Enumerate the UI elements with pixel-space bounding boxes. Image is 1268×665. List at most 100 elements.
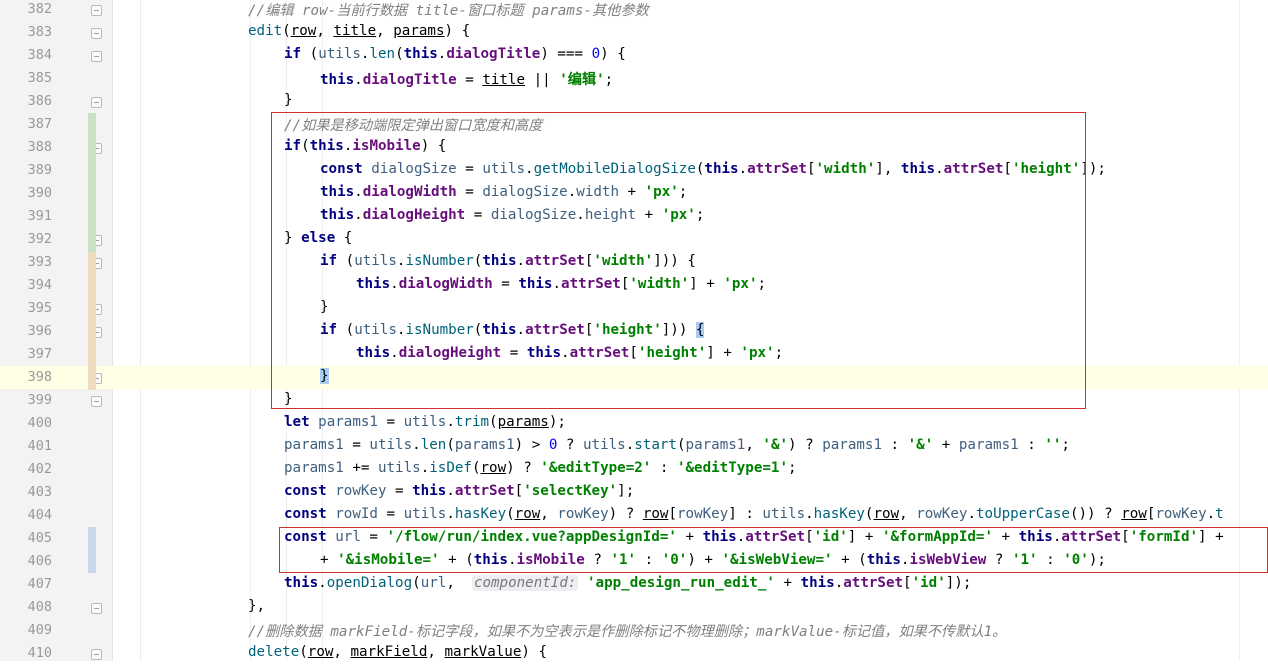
vcs-added-marker[interactable] bbox=[88, 113, 96, 252]
code-text[interactable]: delete(row, markField, markValue) { bbox=[248, 644, 547, 660]
code-token: '&editType=2' bbox=[540, 460, 652, 476]
code-token: . bbox=[446, 506, 455, 522]
code-text[interactable]: //编辑 row-当前行数据 title-窗口标题 params-其他参数 bbox=[248, 0, 649, 20]
code-token: , bbox=[333, 644, 351, 660]
code-token: row bbox=[290, 23, 317, 39]
code-token: = bbox=[343, 437, 370, 453]
line-number: 392 bbox=[27, 231, 52, 247]
code-line[interactable]: 382 //编辑 row-当前行数据 title-窗口标题 params-其他参数 bbox=[0, 0, 1268, 21]
code-token: utils bbox=[318, 46, 361, 62]
code-token: params1 bbox=[284, 460, 344, 476]
line-number: 403 bbox=[27, 484, 52, 500]
code-token: 'app_design_run_edit_' bbox=[586, 575, 775, 591]
line-number: 393 bbox=[27, 254, 52, 270]
code-token: ? bbox=[557, 437, 583, 453]
code-line[interactable]: 383 edit(row, title, params) { bbox=[0, 21, 1268, 44]
code-token: isDef bbox=[429, 460, 472, 476]
code-token: . bbox=[354, 72, 363, 88]
code-token: ( bbox=[395, 46, 404, 62]
line-number: 385 bbox=[27, 70, 52, 86]
code-line[interactable]: 407 this.openDialog(url, componentId: 'ap… bbox=[0, 573, 1268, 596]
code-line[interactable]: 404 const rowId = utils.hasKey(row, rowKe… bbox=[0, 504, 1268, 527]
code-line[interactable]: 401 params1 = utils.len(params1) > 0 ? ut… bbox=[0, 435, 1268, 458]
line-number: 394 bbox=[27, 277, 52, 293]
fold-toggle-icon[interactable] bbox=[91, 28, 102, 39]
code-token: params1 bbox=[685, 437, 746, 453]
code-token: //删除数据 markField-标记字段，如果不为空表示是作删除标记不物理删除… bbox=[248, 624, 1007, 640]
code-text[interactable]: if (utils.len(this.dialogTitle) === 0) { bbox=[284, 46, 626, 62]
code-token: [ bbox=[668, 506, 677, 522]
code-token: '&' bbox=[762, 437, 789, 453]
line-number: 397 bbox=[27, 346, 52, 362]
fold-toggle-icon[interactable] bbox=[91, 51, 102, 62]
code-token: = bbox=[377, 506, 404, 522]
code-text[interactable]: }, bbox=[248, 598, 265, 614]
vcs-modified-marker[interactable] bbox=[88, 527, 96, 573]
code-token: ) > bbox=[514, 437, 549, 453]
code-token: markValue bbox=[444, 644, 522, 660]
code-token: . bbox=[412, 437, 421, 453]
code-token: len bbox=[420, 437, 447, 453]
code-token: hasKey bbox=[813, 506, 865, 522]
code-line[interactable]: 408}, bbox=[0, 596, 1268, 619]
code-token: toUpperCase bbox=[975, 506, 1070, 522]
code-token: . bbox=[446, 414, 455, 430]
highlight-box-url bbox=[279, 527, 1268, 573]
code-text[interactable]: params1 += utils.isDef(row) ? '&editType… bbox=[284, 460, 797, 476]
line-number: 384 bbox=[27, 47, 52, 63]
code-text[interactable]: params1 = utils.len(params1) > 0 ? utils… bbox=[284, 437, 1070, 453]
code-token: const bbox=[284, 483, 327, 499]
code-text[interactable]: edit(row, title, params) { bbox=[248, 23, 470, 39]
code-token: ( bbox=[471, 460, 481, 476]
code-token: '&editType=1' bbox=[676, 460, 789, 476]
code-line[interactable]: 409 //删除数据 markField-标记字段，如果不为空表示是作删除标记不物… bbox=[0, 619, 1268, 642]
line-number: 386 bbox=[27, 93, 52, 109]
code-token: url bbox=[420, 575, 447, 591]
fold-toggle-icon[interactable] bbox=[91, 649, 102, 660]
code-line[interactable]: 386} bbox=[0, 90, 1268, 113]
line-number: 404 bbox=[27, 507, 52, 523]
code-token: rowKey bbox=[676, 506, 729, 522]
code-line[interactable]: 402 params1 += utils.isDef(row) ? '&editT… bbox=[0, 458, 1268, 481]
code-token: '' bbox=[1044, 437, 1062, 453]
line-number: 382 bbox=[27, 1, 52, 17]
code-text[interactable]: const rowKey = this.attrSet['selectKey']… bbox=[284, 483, 634, 499]
code-token: trim bbox=[454, 414, 490, 430]
code-token: ()) ? bbox=[1069, 506, 1122, 522]
code-token: , bbox=[540, 506, 558, 522]
code-text[interactable]: const rowId = utils.hasKey(row, rowKey) … bbox=[284, 506, 1224, 522]
code-token: utils bbox=[583, 437, 626, 453]
code-line[interactable]: 410 delete(row, markField, markValue) { bbox=[0, 642, 1268, 665]
code-token: , bbox=[376, 23, 394, 39]
code-line[interactable]: 385 this.dialogTitle = title || '编辑'; bbox=[0, 67, 1268, 90]
code-token: ( bbox=[446, 437, 455, 453]
code-token: , bbox=[899, 506, 917, 522]
code-text[interactable]: //删除数据 markField-标记字段，如果不为空表示是作删除标记不物理删除… bbox=[248, 621, 1006, 641]
code-text[interactable]: this.dialogTitle = title || '编辑'; bbox=[320, 69, 613, 89]
code-token: ) === bbox=[540, 46, 592, 62]
code-text[interactable]: } bbox=[284, 92, 293, 108]
code-text[interactable]: let params1 = utils.trim(params); bbox=[284, 414, 566, 430]
code-token: . bbox=[318, 575, 327, 591]
line-number: 402 bbox=[27, 461, 52, 477]
code-line[interactable]: 403 const rowKey = this.attrSet['selectKe… bbox=[0, 481, 1268, 504]
code-token: if bbox=[284, 46, 302, 62]
vcs-changed-marker[interactable] bbox=[88, 252, 96, 390]
fold-toggle-icon[interactable] bbox=[91, 396, 102, 407]
code-token: || bbox=[525, 72, 560, 88]
code-token: += bbox=[343, 460, 378, 476]
code-token: attrSet bbox=[454, 483, 515, 499]
code-token: . bbox=[420, 460, 430, 476]
code-token: params1 bbox=[822, 437, 883, 453]
code-line[interactable]: 384 if (utils.len(this.dialogTitle) === 0… bbox=[0, 44, 1268, 67]
fold-toggle-icon[interactable] bbox=[91, 603, 102, 614]
code-token: ) ? bbox=[788, 437, 823, 453]
code-line[interactable]: 400 let params1 = utils.trim(params); bbox=[0, 412, 1268, 435]
fold-toggle-icon[interactable] bbox=[91, 97, 102, 108]
code-token: len bbox=[369, 46, 396, 62]
code-token: ( bbox=[412, 575, 421, 591]
code-text[interactable]: this.openDialog(url, componentId: 'app_d… bbox=[284, 575, 971, 591]
fold-toggle-icon[interactable] bbox=[91, 5, 102, 16]
code-token: '&' bbox=[907, 437, 934, 453]
